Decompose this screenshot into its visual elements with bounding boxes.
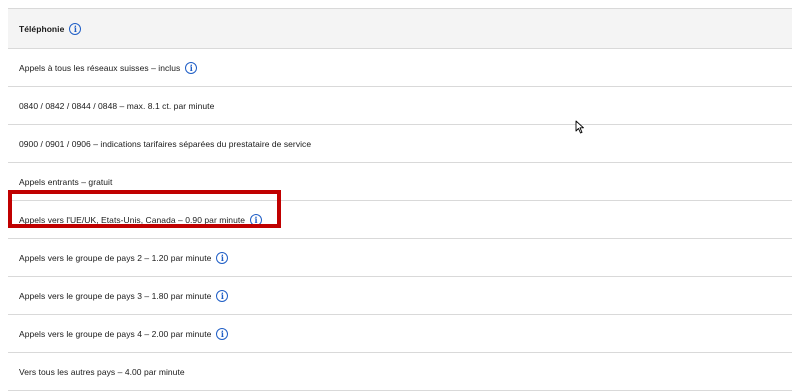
list-item: Appels vers le groupe de pays 2 – 1.20 p… [8, 239, 792, 277]
row-label: Appels vers l'UE/UK, Etats-Unis, Canada … [19, 214, 246, 225]
list-item: Appels entrants – gratuit [8, 163, 792, 201]
row-label: 0900 / 0901 / 0906 – indications tarifai… [19, 138, 312, 149]
info-icon[interactable]: i [185, 61, 198, 74]
list-item: 0900 / 0901 / 0906 – indications tarifai… [8, 125, 792, 163]
list-item-highlighted: Appels vers l'UE/UK, Etats-Unis, Canada … [8, 201, 792, 239]
row-label: Vers tous les autres pays – 4.00 par min… [19, 366, 185, 377]
row-label: 0840 / 0842 / 0844 / 0848 – max. 8.1 ct.… [19, 100, 215, 111]
list-item: 0840 / 0842 / 0844 / 0848 – max. 8.1 ct.… [8, 87, 792, 125]
list-item: Appels à tous les réseaux suisses – incl… [8, 49, 792, 87]
row-label: Appels à tous les réseaux suisses – incl… [19, 62, 181, 73]
info-icon[interactable]: i [69, 22, 82, 35]
info-icon[interactable]: i [216, 327, 229, 340]
list-item: Vers tous les autres pays – 4.00 par min… [8, 353, 792, 391]
row-label: Appels vers le groupe de pays 3 – 1.80 p… [19, 290, 212, 301]
row-label: Appels entrants – gratuit [19, 176, 113, 187]
row-label: Appels vers le groupe de pays 4 – 2.00 p… [19, 328, 212, 339]
header-title: Téléphonie [19, 23, 65, 34]
list-item: Appels vers le groupe de pays 3 – 1.80 p… [8, 277, 792, 315]
info-icon[interactable]: i [250, 213, 263, 226]
info-icon[interactable]: i [216, 251, 229, 264]
list-item: Appels vers le groupe de pays 4 – 2.00 p… [8, 315, 792, 353]
mouse-pointer-icon [575, 120, 584, 134]
table-header: Téléphonie i [8, 9, 792, 49]
telephony-table: Téléphonie i Appels à tous les réseaux s… [8, 8, 792, 391]
info-icon[interactable]: i [216, 289, 229, 302]
row-label: Appels vers le groupe de pays 2 – 1.20 p… [19, 252, 212, 263]
